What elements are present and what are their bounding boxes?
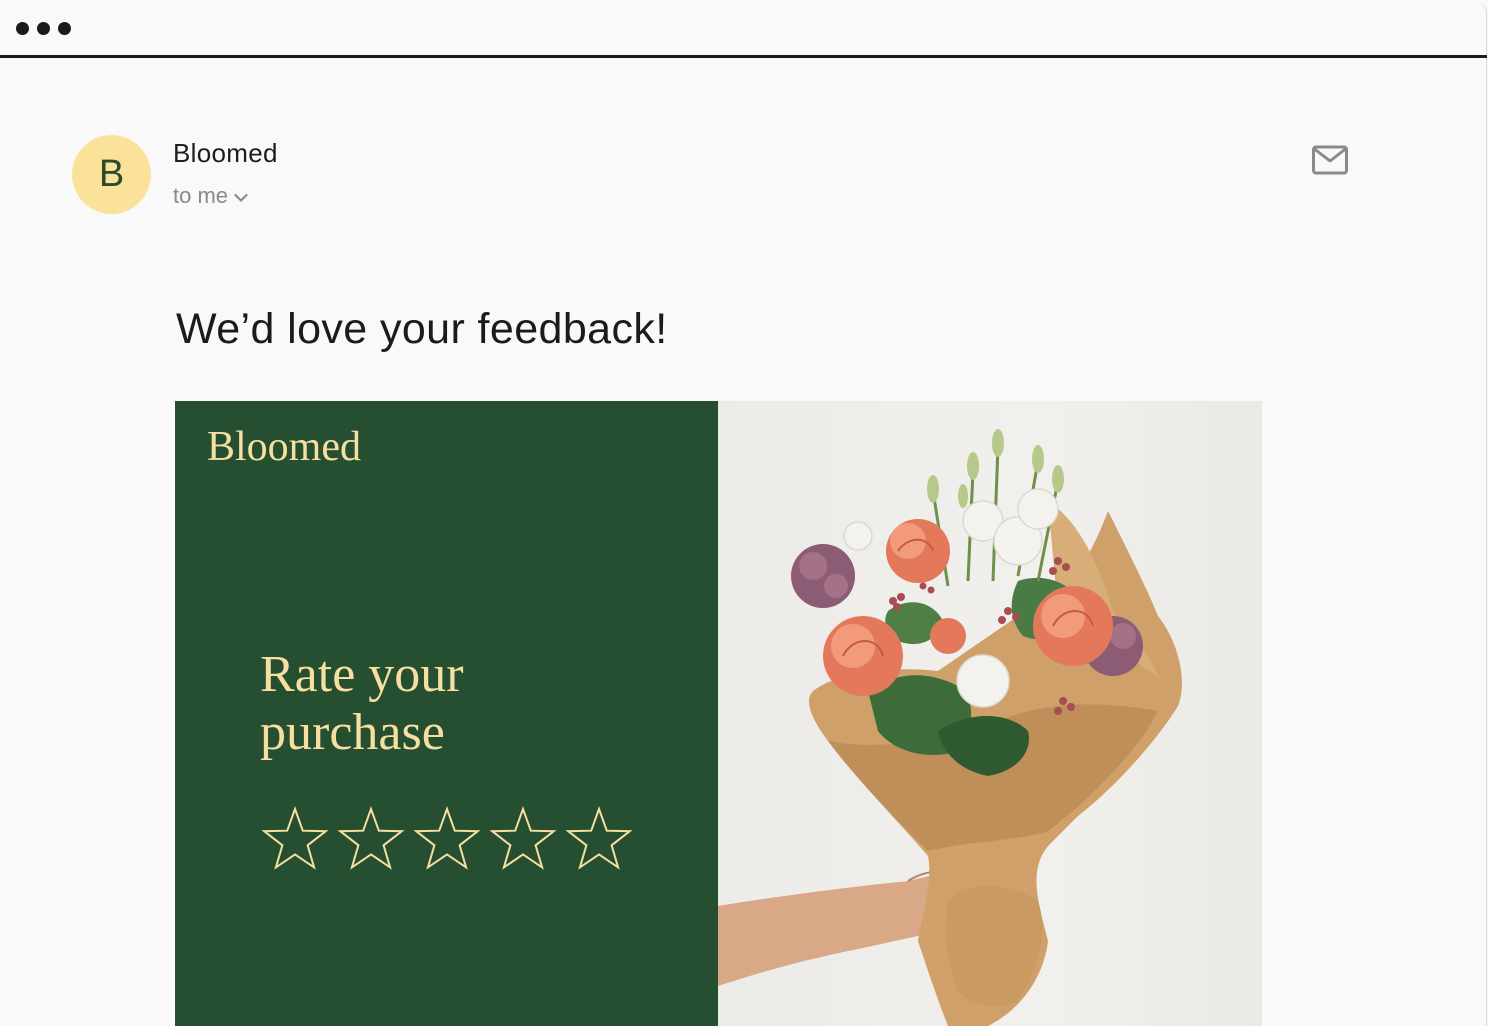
headline-line-2: purchase	[260, 704, 445, 761]
star-icon[interactable]	[413, 806, 481, 872]
headline-line-1: Rate your	[260, 646, 464, 703]
star-icon[interactable]	[565, 806, 633, 872]
email-window: B Bloomed to me We’d love your feedback!…	[0, 0, 1487, 1026]
star-icon[interactable]	[337, 806, 405, 872]
sender-name: Bloomed	[173, 138, 278, 168]
banner-headline: Rate your purchase	[260, 646, 560, 762]
email-subject: We’d love your feedback!	[176, 305, 668, 353]
star-icon[interactable]	[261, 806, 329, 872]
sender-avatar[interactable]: B	[72, 135, 151, 214]
recipient-dropdown[interactable]: to me	[173, 183, 248, 209]
recipient-label: to me	[173, 183, 229, 208]
brand-logo: Bloomed	[207, 424, 361, 470]
envelope-icon[interactable]	[1311, 144, 1349, 176]
star-rating	[261, 806, 633, 872]
window-menu-dots[interactable]	[16, 22, 71, 35]
avatar-letter: B	[98, 153, 125, 195]
feedback-banner: Bloomed Rate your purchase	[175, 401, 1262, 1026]
star-icon[interactable]	[489, 806, 557, 872]
chevron-down-icon	[234, 193, 248, 202]
bouquet-illustration	[718, 429, 1182, 1026]
menu-dot-icon	[37, 22, 50, 35]
bouquet-image	[718, 401, 1262, 1026]
menu-dot-icon	[16, 22, 29, 35]
banner-text-panel: Bloomed Rate your purchase	[175, 401, 718, 1026]
window-titlebar	[0, 0, 1487, 58]
menu-dot-icon	[58, 22, 71, 35]
